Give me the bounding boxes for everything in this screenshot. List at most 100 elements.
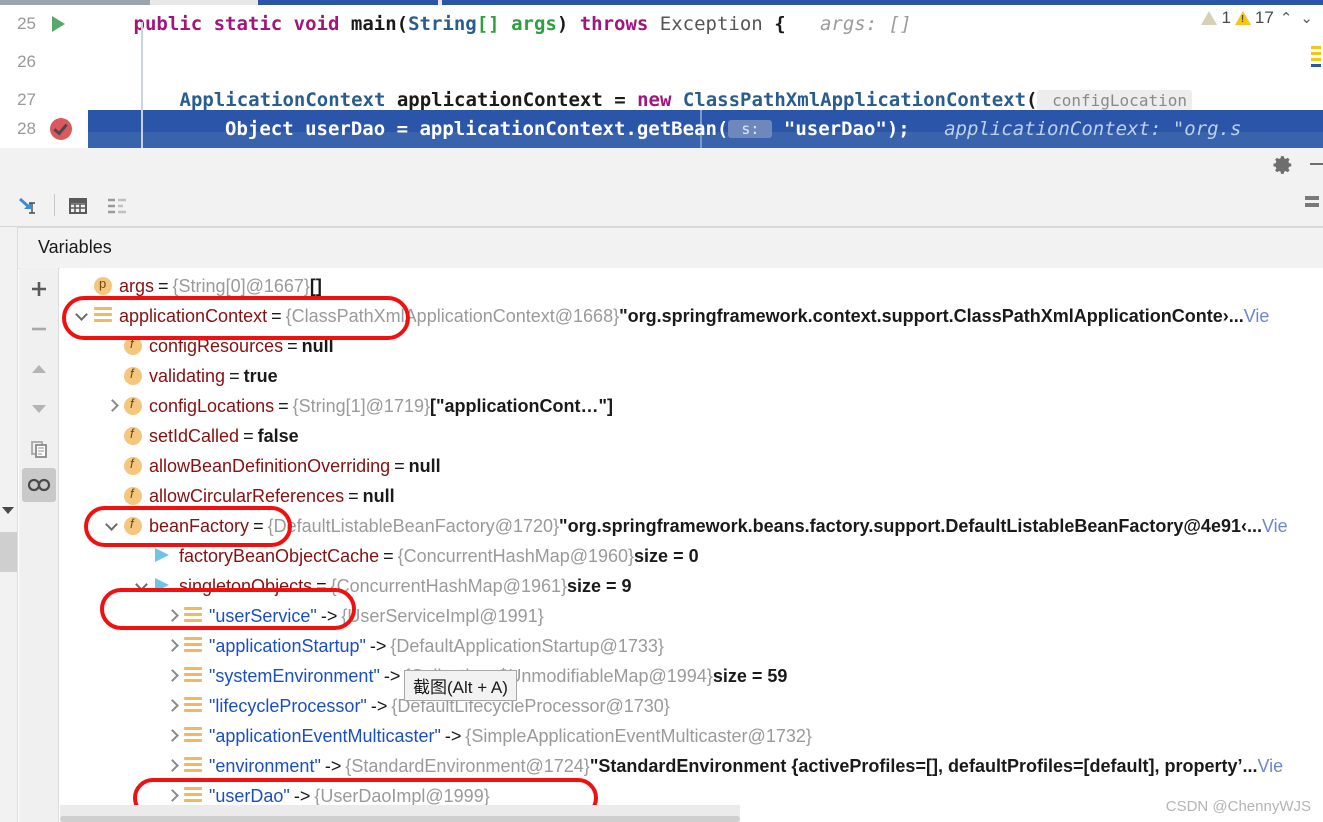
variable-operator: -> (293, 785, 311, 806)
inspection-widget[interactable]: 1 17 ⌃ ⌄ (1201, 8, 1315, 28)
field-icon (124, 456, 142, 475)
left-rail (0, 227, 18, 822)
tree-row[interactable]: "lifecycleProcessor" -> {DefaultLifecycleP… (60, 691, 1323, 721)
tree-row[interactable]: args={String[0]@1667} [] (60, 271, 1323, 301)
tree-row[interactable]: applicationContext = {ClassPathXmlApplicat… (60, 301, 1323, 331)
variable-operator: -> (324, 755, 342, 776)
chevron-right-icon[interactable] (164, 638, 180, 654)
hide-panel-button[interactable] (1310, 163, 1323, 165)
tree-row[interactable]: allowCircularReferences=null (60, 481, 1323, 511)
move-down-button[interactable] (22, 392, 56, 426)
run-arrow-icon[interactable] (52, 16, 65, 32)
chevron-down-icon[interactable] (74, 308, 90, 324)
inspect-button[interactable] (22, 468, 56, 502)
tree-row[interactable]: singletonObjects = {ConcurrentHashMap@1961… (60, 571, 1323, 601)
variable-operator: -> (444, 725, 462, 746)
chevron-right-icon[interactable] (164, 698, 180, 714)
chevron-right-icon[interactable] (164, 788, 180, 804)
variable-operator: = (229, 365, 240, 386)
chevron-down-icon[interactable] (2, 507, 14, 514)
error-stripe-marks[interactable] (1311, 46, 1321, 82)
tree-row[interactable]: "applicationStartup" -> {DefaultApplicatio… (60, 631, 1323, 661)
variable-operator: -> (370, 695, 388, 716)
panel-layout-icon[interactable] (1305, 196, 1319, 210)
code-editor[interactable]: 25 public static void main(String[] args… (0, 0, 1323, 148)
chevron-down-icon[interactable] (134, 578, 150, 594)
variable-name: singletonObjects (179, 575, 313, 596)
tree-row[interactable]: factoryBeanObjectCache = {ConcurrentHashMa… (60, 541, 1323, 571)
code-line-26[interactable]: 26 (0, 43, 1323, 81)
gear-icon[interactable] (1272, 154, 1294, 176)
variable-name: "applicationEventMulticaster" (209, 725, 441, 746)
object-icon (184, 787, 202, 805)
tree-row[interactable]: "applicationEventMulticaster" -> {SimpleAp… (60, 721, 1323, 751)
jump-to-source-icon[interactable] (14, 192, 42, 220)
chevron-right-icon[interactable] (164, 758, 180, 774)
variable-type-ref: {ConcurrentHashMap@1960} (397, 545, 635, 566)
tree-row[interactable]: "userService" -> {UserServiceImpl@1991} (60, 601, 1323, 631)
variable-name: "userDao" (209, 785, 290, 806)
sort-values-icon[interactable] (103, 192, 131, 220)
variable-operator: -> (369, 635, 387, 656)
variable-type-ref: {String[1]@1719} (292, 395, 430, 416)
code-line-28[interactable]: 28 Object userDao = applicationContext.g… (0, 110, 1323, 148)
variable-name: allowBeanDefinitionOverriding (149, 455, 391, 476)
copy-value-button[interactable] (22, 432, 56, 466)
variable-type-ref: {DefaultListableBeanFactory@1720} (267, 515, 560, 536)
rail-scroll-thumb[interactable] (0, 532, 17, 572)
variable-name: "userService" (209, 605, 317, 626)
variables-tree[interactable]: args={String[0]@1667} []applicationConte… (60, 268, 1323, 822)
tree-row[interactable]: "environment" -> {StandardEnvironment@1724… (60, 751, 1323, 781)
variable-name: args (119, 275, 155, 296)
view-value-link[interactable]: Vie (1262, 516, 1288, 537)
variable-operator: = (253, 515, 264, 536)
tab-variables[interactable]: Variables (18, 227, 1323, 269)
chevron-down-icon[interactable] (104, 518, 120, 534)
variable-type-ref: {DefaultApplicationStartup@1733} (390, 635, 664, 656)
object-icon (94, 307, 112, 325)
view-value-link[interactable]: Vie (1257, 756, 1283, 777)
breakpoint-verified-icon[interactable] (50, 118, 72, 140)
variable-name: configLocations (149, 395, 275, 416)
tree-row[interactable]: allowBeanDefinitionOverriding=null (60, 451, 1323, 481)
horizontal-scrollbar[interactable] (60, 816, 740, 822)
variables-toolbar (0, 186, 1323, 227)
view-value-link[interactable]: Vie (1244, 306, 1270, 327)
tree-row[interactable]: configResources=null (60, 331, 1323, 361)
variable-name: applicationContext (119, 305, 268, 326)
next-problem-button[interactable]: ⌄ (1298, 9, 1315, 27)
tree-row[interactable]: "systemEnvironment" -> {Collections$Unmodi… (60, 661, 1323, 691)
watermark: CSDN @ChennyWJS (1165, 798, 1311, 815)
add-watch-button[interactable] (22, 272, 56, 306)
remove-watch-button[interactable] (22, 312, 56, 346)
variable-operator: = (243, 425, 254, 446)
warning-count: 17 (1254, 8, 1274, 27)
variable-operator: -> (320, 605, 338, 626)
tree-row[interactable]: setIdCalled=false (60, 421, 1323, 451)
tree-row[interactable]: validating=true (60, 361, 1323, 391)
code-text-28: Object userDao = applicationContext.getB… (133, 118, 1242, 140)
code-text-26 (88, 43, 1323, 81)
variable-operator: = (316, 575, 327, 596)
chevron-right-icon[interactable] (164, 728, 180, 744)
tree-row[interactable]: beanFactory={DefaultListableBeanFactory@… (60, 511, 1323, 541)
variable-value: null (301, 335, 334, 356)
variable-name: beanFactory (149, 515, 250, 536)
prev-problem-button[interactable]: ⌃ (1278, 9, 1295, 27)
chevron-right-icon[interactable] (104, 398, 120, 414)
variable-name: factoryBeanObjectCache (179, 545, 380, 566)
table-view-icon[interactable] (64, 192, 92, 220)
code-line-25[interactable]: 25 public static void main(String[] args… (0, 5, 1323, 43)
tree-row[interactable]: configLocations={String[1]@1719} ["appli… (60, 391, 1323, 421)
chevron-right-icon[interactable] (164, 668, 180, 684)
field-icon (124, 336, 142, 355)
chevron-right-icon[interactable] (164, 608, 180, 624)
run-gutter-marker[interactable] (42, 5, 134, 43)
variable-type-ref: {UserServiceImpl@1991} (341, 605, 544, 626)
variable-name: "systemEnvironment" (209, 665, 380, 686)
breakpoint-gutter[interactable] (42, 110, 134, 148)
move-up-button[interactable] (22, 352, 56, 386)
variable-name: "environment" (209, 755, 321, 776)
